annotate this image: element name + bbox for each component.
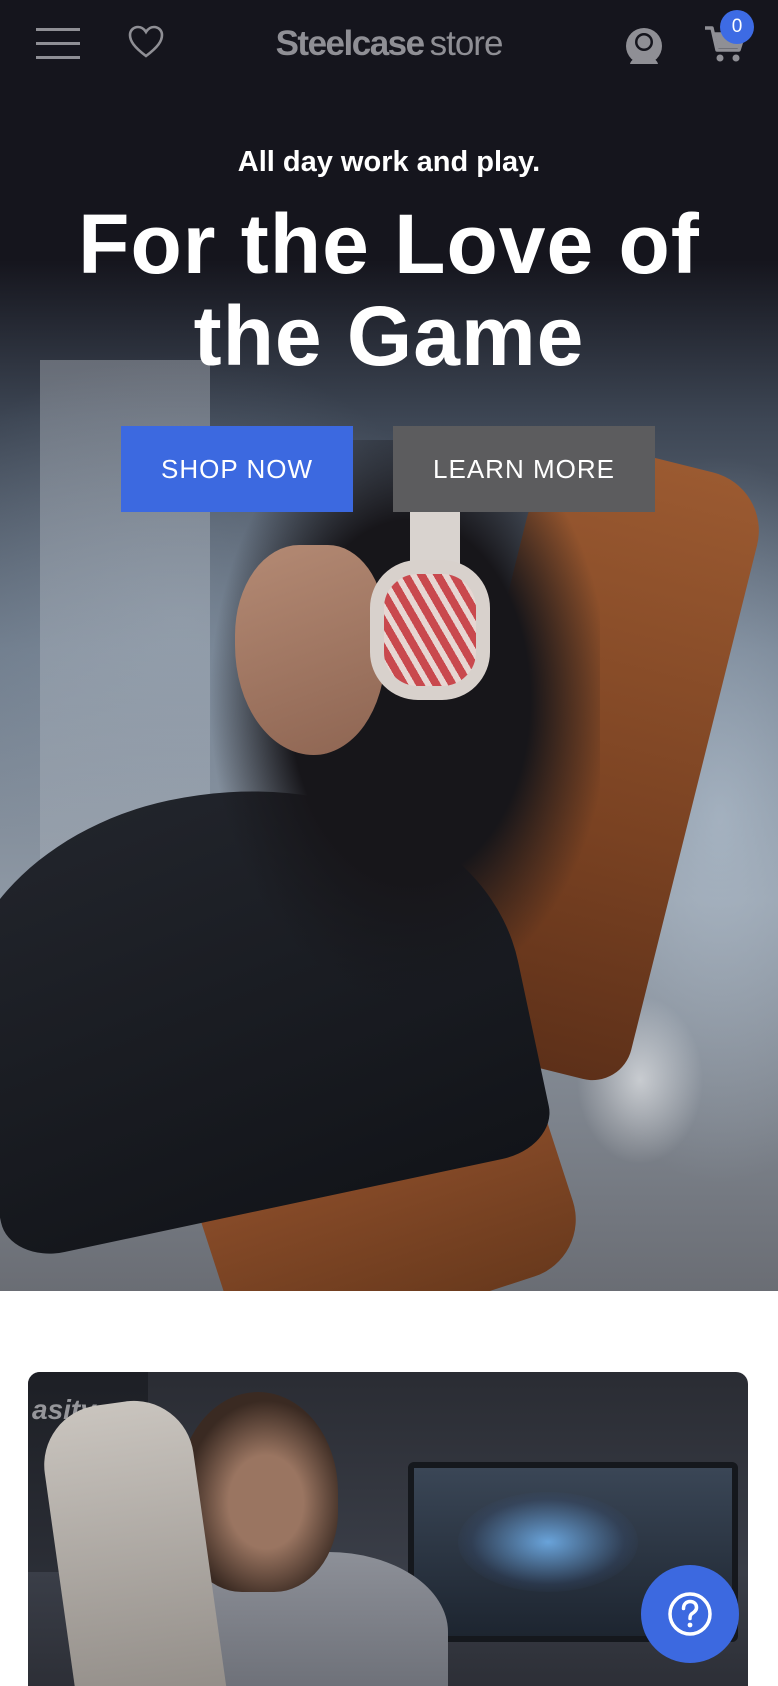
cart-count-badge: 0 bbox=[720, 10, 754, 44]
menu-button[interactable] bbox=[34, 22, 82, 66]
feature-card[interactable]: asity bbox=[28, 1372, 748, 1686]
question-icon bbox=[668, 1592, 712, 1636]
learn-more-button[interactable]: LEARN MORE bbox=[393, 426, 655, 512]
store-logo[interactable]: Steelcase store bbox=[260, 24, 518, 68]
hero-person-hair bbox=[180, 440, 600, 1060]
site-header: Steelcase store 0 bbox=[0, 0, 778, 95]
shop-now-button[interactable]: SHOP NOW bbox=[121, 426, 353, 512]
hero-banner: All day work and play. For the Love of t… bbox=[0, 0, 778, 1291]
brand-name: Steelcase bbox=[275, 24, 426, 63]
wishlist-button[interactable] bbox=[124, 20, 168, 64]
account-button[interactable] bbox=[622, 24, 666, 70]
card-screen-glow bbox=[458, 1492, 638, 1592]
help-button[interactable] bbox=[641, 1565, 739, 1663]
heart-icon bbox=[128, 25, 164, 58]
user-icon bbox=[626, 28, 662, 64]
hero-headphone bbox=[370, 560, 490, 700]
hero-headline: For the Love of the Game bbox=[78, 197, 700, 383]
brand-suffix: store bbox=[429, 24, 504, 63]
hero-eyebrow: All day work and play. bbox=[237, 146, 541, 178]
hamburger-icon bbox=[36, 28, 80, 59]
